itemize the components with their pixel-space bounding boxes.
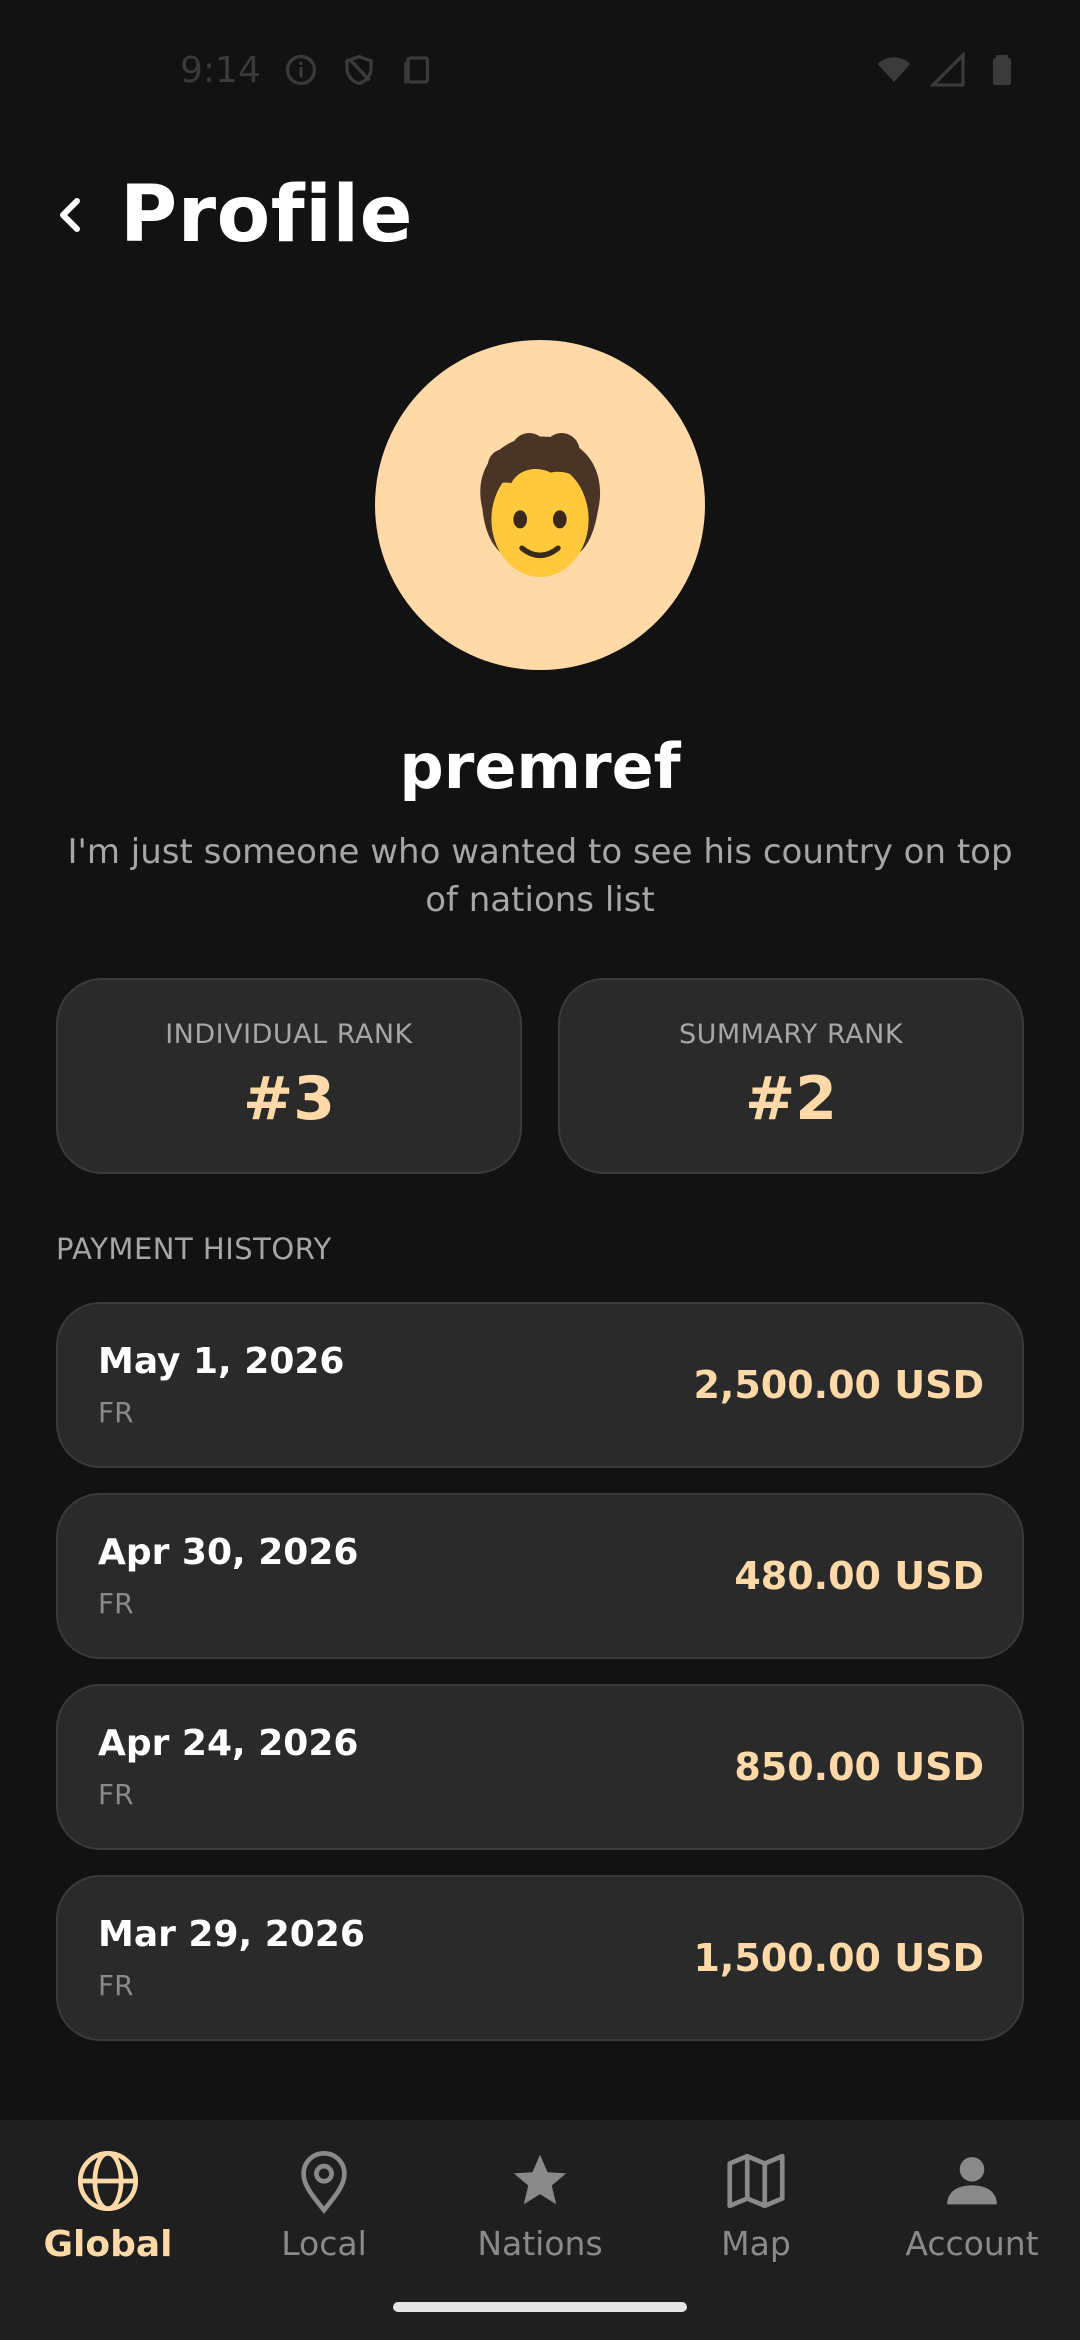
status-left: 9:14 [180, 50, 435, 91]
payment-history-title: PAYMENT HISTORY [56, 1232, 332, 1266]
header: Profile [50, 165, 413, 265]
payment-info: Apr 24, 2026 FR [98, 1723, 358, 1811]
payment-info: Mar 29, 2026 FR [98, 1914, 365, 2002]
username: premref [399, 730, 681, 803]
payment-date: Mar 29, 2026 [98, 1914, 365, 1955]
individual-rank-value: #3 [242, 1063, 336, 1134]
summary-rank-card: SUMMARY RANK #2 [558, 978, 1024, 1174]
avatar [375, 340, 705, 670]
payment-country: FR [98, 1969, 134, 2002]
bio: I'm just someone who wanted to see his c… [67, 832, 1013, 920]
individual-rank-label: INDIVIDUAL RANK [165, 1018, 413, 1050]
payment-date: Apr 30, 2026 [98, 1532, 359, 1573]
payment-country: FR [98, 1587, 134, 1620]
status-time: 9:14 [180, 49, 261, 91]
status-bar: 9:14 [0, 0, 1080, 140]
payment-country: FR [98, 1778, 134, 1811]
nav-account-label: Account [905, 2224, 1039, 2263]
back-button[interactable] [50, 185, 90, 245]
payment-row[interactable]: Apr 30, 2026 FR 480.00 USD [56, 1493, 1024, 1659]
payment-amount: 1,500.00 USD [693, 1936, 984, 1980]
battery-icon [993, 55, 1011, 85]
map-icon [727, 2153, 785, 2209]
person-icon [947, 2157, 997, 2205]
clipboard-icon [404, 56, 429, 84]
profile-screen: 9:14 Profile premref I'm just someone wh… [0, 0, 1080, 2340]
nav-map-label: Map [721, 2224, 791, 2263]
shield-icon [345, 54, 373, 86]
payment-amount: 2,500.00 USD [693, 1363, 984, 1407]
summary-rank-label: SUMMARY RANK [678, 1018, 904, 1050]
nav-nations-label: Nations [477, 2224, 603, 2263]
person-emoji-icon [480, 433, 601, 577]
payment-row[interactable]: Mar 29, 2026 FR 1,500.00 USD [56, 1875, 1024, 2041]
payment-row[interactable]: May 1, 2026 FR 2,500.00 USD [56, 1302, 1024, 1468]
nav-global-label: Global [43, 2224, 173, 2265]
chevron-left-icon [60, 198, 80, 232]
payment-date: May 1, 2026 [98, 1341, 345, 1382]
info-icon [285, 54, 316, 86]
page-title: Profile [120, 170, 414, 260]
star-icon [513, 2154, 567, 2205]
payment-amount: 850.00 USD [734, 1745, 984, 1789]
wifi-icon [877, 57, 911, 82]
individual-rank-card: INDIVIDUAL RANK #3 [56, 978, 522, 1174]
nav-global[interactable]: Global [0, 2120, 216, 2340]
signal-icon [930, 52, 965, 87]
nav-account[interactable]: Account [864, 2120, 1080, 2340]
summary-rank-value: #2 [744, 1063, 838, 1134]
payment-info: Apr 30, 2026 FR [98, 1532, 358, 1620]
status-right [876, 52, 1020, 88]
payment-row[interactable]: Apr 24, 2026 FR 850.00 USD [56, 1684, 1024, 1850]
globe-icon [77, 2150, 139, 2212]
payment-amount: 480.00 USD [734, 1554, 984, 1598]
location-pin-icon [301, 2150, 347, 2214]
payment-info: May 1, 2026 FR [98, 1341, 344, 1429]
payment-date: Apr 24, 2026 [98, 1723, 359, 1764]
payment-country: FR [98, 1396, 134, 1429]
home-indicator[interactable] [393, 2302, 687, 2312]
nav-local-label: Local [281, 2224, 367, 2263]
